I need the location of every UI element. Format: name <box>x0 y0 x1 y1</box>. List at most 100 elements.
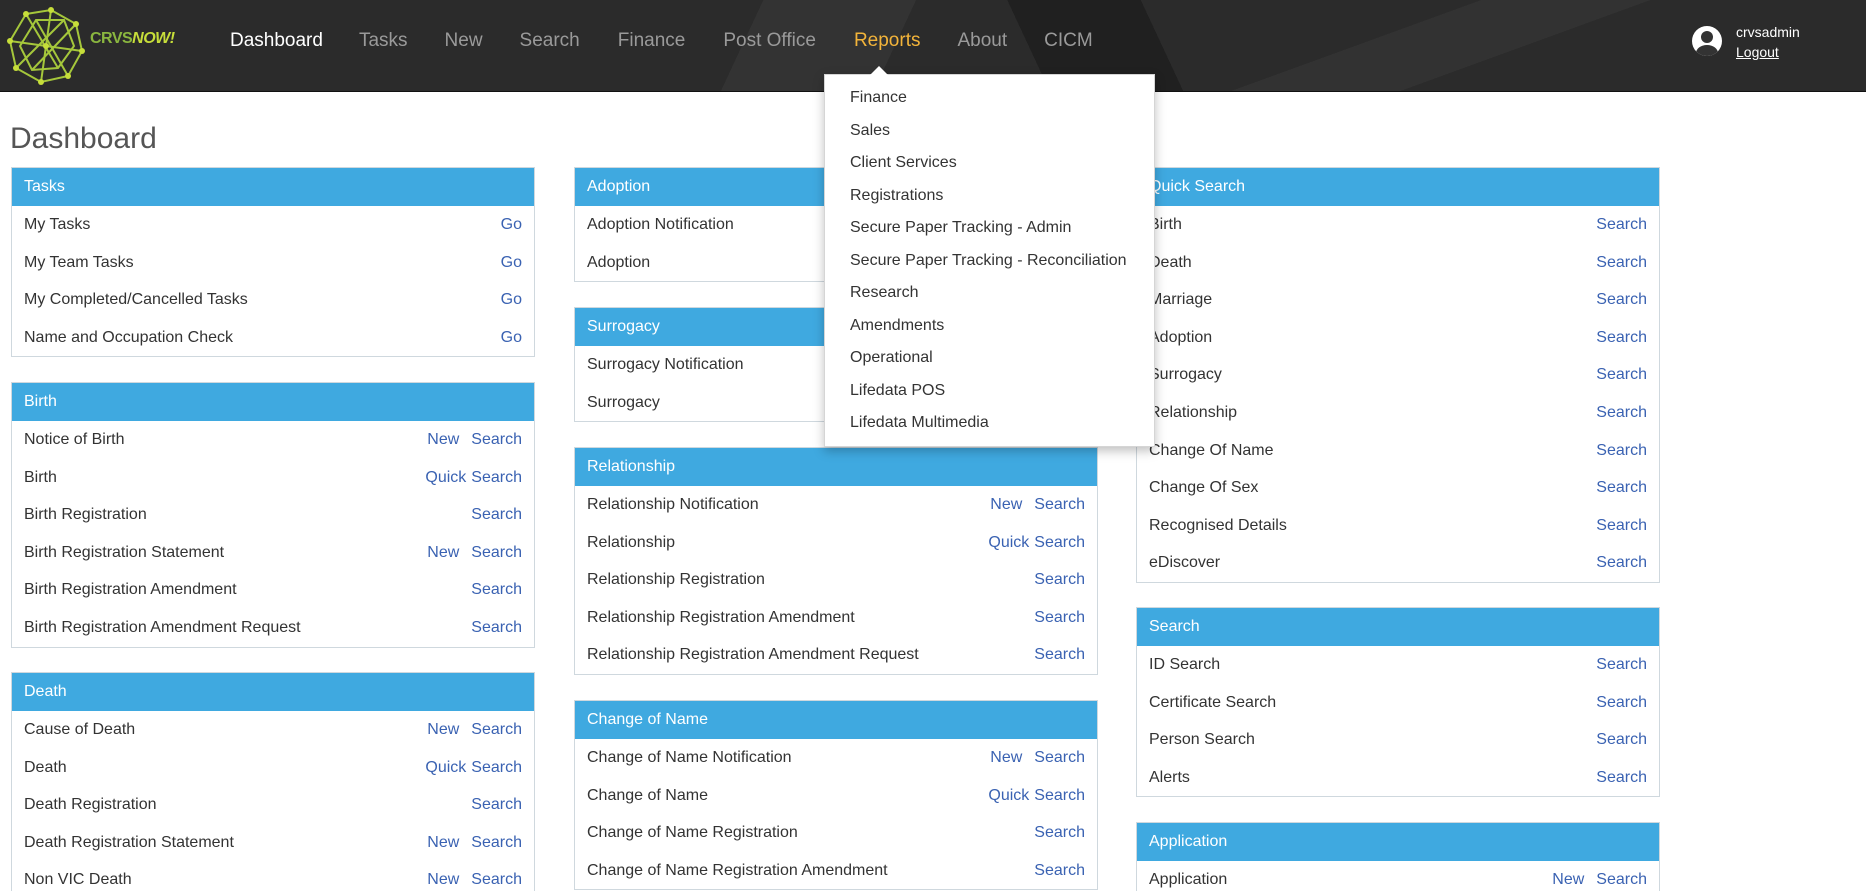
menu-item-registrations[interactable]: Registrations <box>825 180 1154 213</box>
search-link[interactable]: Search <box>1034 534 1085 551</box>
search-link[interactable]: Search <box>471 544 522 561</box>
nav-reports[interactable]: Reports <box>854 30 921 52</box>
search-link[interactable]: Search <box>471 506 522 523</box>
nav-tasks[interactable]: Tasks <box>359 30 408 52</box>
new-link[interactable]: New <box>427 431 459 448</box>
search-link[interactable]: Search <box>1596 291 1647 308</box>
go-link[interactable]: Go <box>501 216 522 233</box>
search-link[interactable]: Search <box>1034 496 1085 513</box>
search-link[interactable]: Search <box>471 619 522 636</box>
new-link[interactable]: New <box>990 496 1022 513</box>
row-label: My Completed/Cancelled Tasks <box>24 291 248 309</box>
go-link[interactable]: Go <box>501 329 522 346</box>
new-link[interactable]: New <box>1552 871 1584 888</box>
search-link[interactable]: Search <box>1596 329 1647 346</box>
row-label: My Tasks <box>24 216 91 233</box>
search-link[interactable]: Search <box>1596 404 1647 421</box>
search-link[interactable]: Search <box>471 581 522 598</box>
row-actions: Search <box>459 609 522 647</box>
search-link[interactable]: Search <box>1034 609 1085 626</box>
new-link[interactable]: New <box>427 544 459 561</box>
row-actions: New Search <box>978 486 1085 524</box>
row-label: Change of Name Notification <box>587 749 792 766</box>
nav-search[interactable]: Search <box>520 30 580 52</box>
search-link[interactable]: Search <box>1596 517 1647 534</box>
nav-post-office[interactable]: Post Office <box>723 30 816 52</box>
search-link[interactable]: Search <box>471 871 522 888</box>
search-link[interactable]: Search <box>1596 366 1647 383</box>
menu-item-client-services[interactable]: Client Services <box>825 147 1154 180</box>
search-link[interactable]: Search <box>1596 554 1647 571</box>
search-link[interactable]: Search <box>471 431 522 448</box>
search-link[interactable]: Search <box>471 834 522 851</box>
search-link[interactable]: Search <box>471 796 522 813</box>
menu-item-operational[interactable]: Operational <box>825 342 1154 375</box>
panel-row: Non VIC Death New Search <box>12 861 534 891</box>
search-link[interactable]: Search <box>471 469 522 486</box>
search-link[interactable]: Search <box>471 721 522 738</box>
row-actions: New Search <box>415 534 522 572</box>
nav-cicm[interactable]: CICM <box>1044 30 1093 52</box>
quick-link[interactable]: Quick <box>425 759 466 776</box>
quick-link[interactable]: Quick <box>425 469 466 486</box>
menu-item-sales[interactable]: Sales <box>825 115 1154 148</box>
search-link[interactable]: Search <box>1034 787 1085 804</box>
menu-item-finance[interactable]: Finance <box>825 82 1154 115</box>
search-link[interactable]: Search <box>1596 871 1647 888</box>
logout-link[interactable]: Logout <box>1736 44 1779 60</box>
panel-row: Change of Name Registration Amendment Sea… <box>575 852 1097 890</box>
search-link[interactable]: Search <box>1034 646 1085 663</box>
nav-new[interactable]: New <box>445 30 483 52</box>
panel-rows: Change of Name Notification New Search Chan… <box>575 739 1097 889</box>
search-link[interactable]: Search <box>1034 824 1085 841</box>
search-link[interactable]: Search <box>1596 442 1647 459</box>
search-link[interactable]: Search <box>471 759 522 776</box>
search-link[interactable]: Search <box>1596 479 1647 496</box>
row-label: Relationship Registration <box>587 571 765 589</box>
row-label: Change of Name <box>587 786 708 804</box>
panel-quick-search: Quick Search Birth Search Death Search Marri… <box>1136 167 1660 583</box>
search-link[interactable]: Search <box>1596 656 1647 673</box>
panel-row: Relationship Registration Amendment Searc… <box>575 599 1097 637</box>
nav-dashboard[interactable]: Dashboard <box>230 30 323 52</box>
search-link[interactable]: Search <box>1596 769 1647 786</box>
panel-row: Name and Occupation Check Go <box>12 319 534 357</box>
search-link[interactable]: Search <box>1596 694 1647 711</box>
panel-death-title: Death <box>12 673 534 711</box>
search-link[interactable]: Search <box>1596 216 1647 233</box>
menu-item-research[interactable]: Research <box>825 277 1154 310</box>
row-actions: Search <box>1584 281 1647 319</box>
row-label: Death Registration Statement <box>24 833 234 851</box>
user-avatar-icon[interactable] <box>1692 26 1722 56</box>
row-label: Change of Name Registration Amendment <box>587 861 888 879</box>
new-link[interactable]: New <box>427 834 459 851</box>
search-link[interactable]: Search <box>1596 731 1647 748</box>
quick-link[interactable]: Quick <box>988 787 1029 804</box>
nav-about[interactable]: About <box>957 30 1007 52</box>
menu-item-lifedata-multimedia[interactable]: Lifedata Multimedia <box>825 407 1154 440</box>
row-actions: Quick Search <box>976 524 1085 562</box>
panel-row: Change Of Sex Search <box>1137 469 1659 507</box>
new-link[interactable]: New <box>990 749 1022 766</box>
search-link[interactable]: Search <box>1034 862 1085 879</box>
search-link[interactable]: Search <box>1034 571 1085 588</box>
row-actions: New Search <box>978 739 1085 777</box>
logo-text[interactable]: CRVSNOW! <box>90 30 175 48</box>
panel-tasks-title: Tasks <box>12 168 534 206</box>
new-link[interactable]: New <box>427 721 459 738</box>
main-nav: Dashboard Tasks New Search Finance Post … <box>230 30 1093 52</box>
menu-item-secure-paper-tracking-reconciliation[interactable]: Secure Paper Tracking - Reconciliation <box>825 245 1154 278</box>
quick-link[interactable]: Quick <box>988 534 1029 551</box>
nav-finance[interactable]: Finance <box>618 30 686 52</box>
search-link[interactable]: Search <box>1596 254 1647 271</box>
go-link[interactable]: Go <box>501 254 522 271</box>
new-link[interactable]: New <box>427 871 459 888</box>
menu-item-secure-paper-tracking-admin[interactable]: Secure Paper Tracking - Admin <box>825 212 1154 245</box>
row-actions: Search <box>459 571 522 609</box>
crvs-logo-icon[interactable] <box>6 6 86 86</box>
menu-item-amendments[interactable]: Amendments <box>825 310 1154 343</box>
go-link[interactable]: Go <box>501 291 522 308</box>
menu-item-lifedata-pos[interactable]: Lifedata POS <box>825 375 1154 408</box>
row-label: Surrogacy <box>587 393 660 411</box>
search-link[interactable]: Search <box>1034 749 1085 766</box>
